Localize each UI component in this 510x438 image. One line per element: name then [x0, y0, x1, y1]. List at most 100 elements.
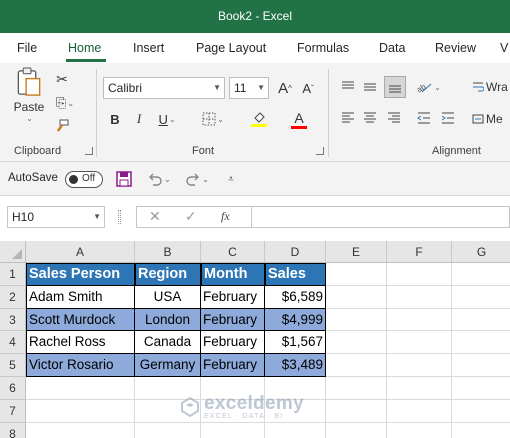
cell-g4[interactable] — [452, 331, 510, 355]
cell-f2[interactable] — [387, 285, 452, 309]
align-middle-icon[interactable] — [362, 79, 378, 95]
cell-f4[interactable] — [387, 331, 452, 355]
table-cell[interactable]: Germany — [135, 354, 201, 377]
cell-e4[interactable] — [326, 331, 387, 355]
underline-button[interactable]: U ⌄ — [152, 109, 182, 129]
table-cell[interactable]: Canada — [135, 331, 201, 355]
italic-button[interactable]: I — [131, 109, 147, 129]
save-icon[interactable] — [115, 170, 133, 188]
cell-e8[interactable] — [326, 422, 387, 438]
decrease-indent-icon[interactable] — [416, 110, 432, 126]
fill-color-button[interactable] — [244, 107, 274, 131]
table-cell[interactable]: February — [201, 354, 265, 377]
column-header-d[interactable]: D — [265, 241, 326, 263]
cell-g3[interactable] — [452, 309, 510, 332]
table-cell[interactable]: February — [201, 285, 265, 309]
increase-indent-icon[interactable] — [440, 110, 456, 126]
copy-icon[interactable]: ⎘ ⌄ — [52, 95, 78, 111]
tab-view[interactable]: V — [500, 41, 508, 55]
row-header-2[interactable]: 2 — [0, 285, 26, 309]
table-header-cell[interactable]: Sales Person — [26, 263, 135, 286]
tab-review[interactable]: Review — [435, 41, 476, 55]
tab-formulas[interactable]: Formulas — [297, 41, 349, 55]
enter-icon[interactable]: ✓ — [185, 208, 197, 225]
cell-e2[interactable] — [326, 285, 387, 309]
tab-page-layout[interactable]: Page Layout — [196, 41, 266, 55]
cell-b8[interactable] — [135, 422, 201, 438]
cell-e1[interactable] — [326, 263, 387, 286]
column-header-a[interactable]: A — [26, 241, 135, 263]
table-cell[interactable]: February — [201, 331, 265, 355]
format-painter-icon[interactable] — [54, 118, 70, 134]
cell-g5[interactable] — [452, 354, 510, 377]
table-cell[interactable]: $3,489 — [265, 354, 326, 377]
row-header-6[interactable]: 6 — [0, 377, 26, 400]
column-header-b[interactable]: B — [135, 241, 201, 263]
font-color-button[interactable]: A — [284, 107, 314, 131]
bold-button[interactable]: B — [107, 109, 123, 129]
table-cell[interactable]: $1,567 — [265, 331, 326, 355]
table-cell[interactable]: Adam Smith — [26, 285, 135, 309]
cell-g1[interactable] — [452, 263, 510, 286]
cell-d8[interactable] — [265, 422, 326, 438]
table-cell[interactable]: Victor Rosario — [26, 354, 135, 377]
merge-center-button[interactable]: Me — [472, 109, 510, 129]
tab-data[interactable]: Data — [379, 41, 405, 55]
cell-g7[interactable] — [452, 400, 510, 423]
cell-f6[interactable] — [387, 377, 452, 400]
cell-e3[interactable] — [326, 308, 387, 332]
autosave-toggle[interactable]: Off — [65, 171, 103, 188]
column-header-g[interactable]: G — [452, 241, 510, 263]
table-header-cell[interactable]: Sales — [265, 263, 326, 286]
table-cell[interactable]: USA — [135, 285, 201, 309]
cell-e7[interactable] — [326, 399, 387, 423]
increase-font-icon[interactable]: A ^ — [276, 78, 294, 98]
orientation-button[interactable]: ab ⌄ — [414, 77, 444, 97]
wrap-text-button[interactable]: Wra — [472, 77, 510, 97]
align-top-icon[interactable] — [340, 79, 356, 95]
clipboard-launcher-icon[interactable] — [85, 147, 93, 155]
paste-button[interactable]: Paste ⌄ — [12, 67, 46, 123]
row-header-4[interactable]: 4 — [0, 331, 26, 355]
cell-a7[interactable] — [26, 399, 135, 423]
row-header-5[interactable]: 5 — [0, 354, 26, 377]
cell-f3[interactable] — [387, 308, 452, 332]
cell-g8[interactable] — [452, 423, 510, 438]
table-cell[interactable]: Scott Murdock — [26, 308, 135, 332]
column-header-e[interactable]: E — [326, 241, 387, 263]
row-header-7[interactable]: 7 — [0, 399, 26, 423]
column-header-c[interactable]: C — [201, 241, 265, 263]
row-header-8[interactable]: 8 — [0, 422, 26, 438]
cell-f5[interactable] — [387, 354, 452, 377]
table-cell[interactable]: $4,999 — [265, 308, 326, 332]
tab-home[interactable]: Home — [68, 41, 101, 55]
formula-input[interactable] — [252, 206, 510, 228]
table-cell[interactable]: $6,589 — [265, 285, 326, 309]
cell-g6[interactable] — [452, 377, 510, 400]
cell-e6[interactable] — [326, 377, 387, 400]
cut-icon[interactable]: ✂ — [54, 71, 70, 87]
table-cell[interactable]: Rachel Ross — [26, 331, 135, 355]
undo-button[interactable]: ⌄ — [144, 170, 174, 188]
borders-button[interactable]: ⌄ — [198, 109, 228, 129]
align-left-icon[interactable] — [340, 110, 356, 126]
name-box[interactable]: H10 ▼ — [7, 206, 105, 228]
cell-e5[interactable] — [326, 354, 387, 377]
tab-file[interactable]: File — [17, 41, 37, 55]
insert-function-button[interactable]: fx — [221, 209, 230, 224]
column-header-f[interactable]: F — [387, 241, 452, 263]
align-center-icon[interactable] — [362, 110, 378, 126]
align-bottom-icon[interactable] — [384, 76, 406, 98]
cell-a6[interactable] — [26, 377, 135, 400]
cancel-icon[interactable]: ✕ — [149, 208, 161, 225]
row-header-3[interactable]: 3 — [0, 308, 26, 332]
cell-f7[interactable] — [387, 399, 452, 423]
table-header-cell[interactable]: Region — [135, 263, 201, 286]
decrease-font-icon[interactable]: Aˇ — [299, 78, 317, 98]
font-name-select[interactable]: Calibri ▼ — [103, 77, 225, 99]
row-header-1[interactable]: 1 — [0, 263, 26, 286]
select-all-corner[interactable] — [0, 241, 26, 263]
resize-handle[interactable] — [118, 210, 121, 224]
table-header-cell[interactable]: Month — [201, 263, 265, 286]
align-right-icon[interactable] — [386, 110, 402, 126]
